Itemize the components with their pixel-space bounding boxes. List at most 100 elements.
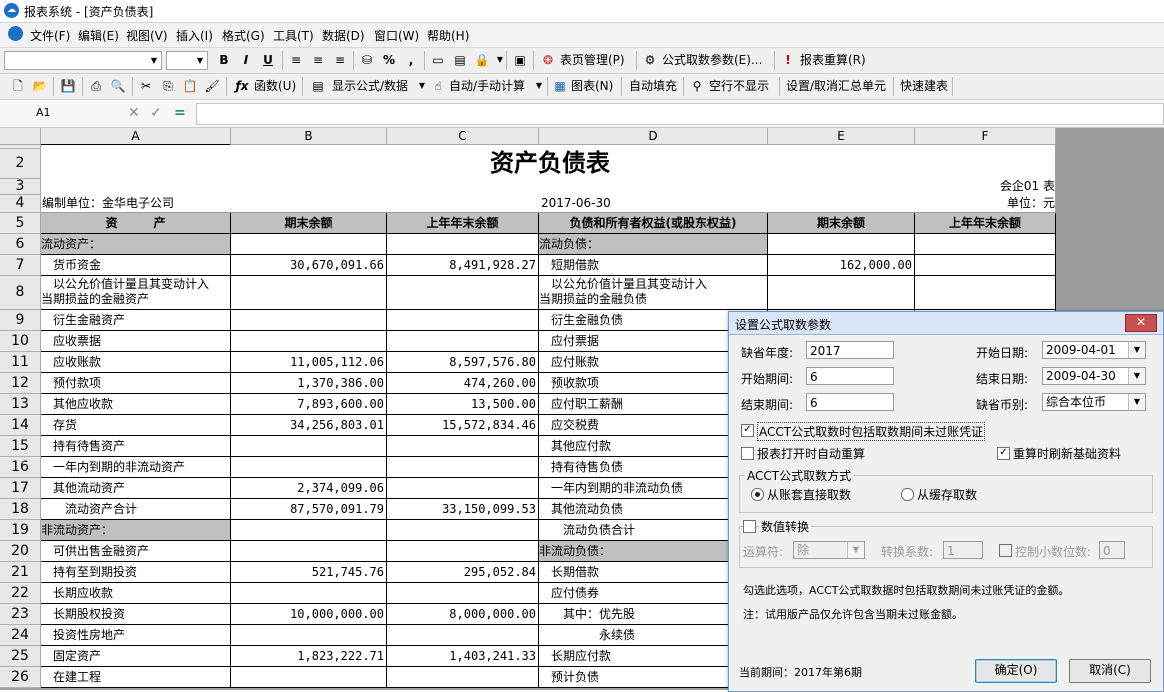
cell-c25[interactable]: 1,403,241.33: [387, 646, 539, 667]
cell-a17[interactable]: 其他流动资产: [41, 478, 231, 499]
row-header-9[interactable]: 9: [0, 310, 41, 331]
num-convert-checkbox[interactable]: [743, 520, 756, 533]
from-books-label[interactable]: 从账套直接取数: [767, 486, 851, 503]
row-header-15[interactable]: 15: [0, 436, 41, 457]
cancel-button[interactable]: 取消(C): [1069, 659, 1151, 683]
cell-c19[interactable]: [387, 520, 539, 541]
menu-view[interactable]: 视图(V): [126, 27, 168, 44]
num-convert-label[interactable]: 数值转换: [759, 518, 812, 535]
cell-c6[interactable]: [387, 234, 539, 255]
acct-unposted-label[interactable]: ACCT公式取数时包括取数期间未过账凭证: [757, 422, 986, 441]
column-title-c[interactable]: 上年年末余额: [387, 213, 539, 234]
factor-input[interactable]: 1: [943, 541, 983, 559]
auto-recalc-checkbox[interactable]: [741, 447, 754, 460]
show-formula-dropdown-icon[interactable]: ▼: [414, 78, 430, 94]
cell-b25[interactable]: 1,823,222.71: [231, 646, 387, 667]
column-title-e[interactable]: 期末余额: [768, 213, 915, 234]
cell-a7[interactable]: 货币资金: [41, 255, 231, 276]
page-manage-button[interactable]: 表页管理(P): [560, 51, 625, 69]
menu-file[interactable]: 文件(F): [30, 27, 70, 44]
cell-b7[interactable]: 30,670,091.66: [231, 255, 387, 276]
cut-icon[interactable]: ✂: [138, 78, 154, 94]
dialog-close-icon[interactable]: ✕: [1125, 314, 1157, 332]
recalc-button[interactable]: 报表重算(R): [800, 51, 866, 69]
cell-b19[interactable]: [231, 520, 387, 541]
paste-icon[interactable]: 📋: [182, 78, 198, 94]
auto-recalc-label[interactable]: 报表打开时自动重算: [757, 445, 865, 462]
chart-button[interactable]: 图表(N): [571, 77, 613, 95]
cell-c20[interactable]: [387, 541, 539, 562]
column-title-b[interactable]: 期末余额: [231, 213, 387, 234]
cell-b14[interactable]: 34,256,803.01: [231, 415, 387, 436]
bold-icon[interactable]: B: [216, 52, 232, 68]
cell-c18[interactable]: 33,150,099.53: [387, 499, 539, 520]
column-header-d[interactable]: D: [539, 128, 768, 145]
refresh-basic-label[interactable]: 重算时刷新基础资料: [1013, 445, 1121, 462]
row-header-19[interactable]: 19: [0, 520, 41, 541]
auto-manual-calc-button[interactable]: 自动/手动计算: [449, 77, 525, 95]
formula-params-button[interactable]: 公式取数参数(E)...: [662, 51, 762, 69]
cell-c10[interactable]: [387, 331, 539, 352]
menu-insert[interactable]: 插入(I): [176, 27, 213, 44]
cell-a21[interactable]: 持有至到期投资: [41, 562, 231, 583]
refresh-basic-checkbox[interactable]: ✓: [997, 447, 1010, 460]
column-header-b[interactable]: B: [231, 128, 387, 145]
row-header-6[interactable]: 6: [0, 234, 41, 255]
row-header-7[interactable]: 7: [0, 255, 41, 276]
cell-d8[interactable]: 以公允价值计量且其变动计入 当期损益的金融负债: [539, 276, 768, 310]
cell-f7[interactable]: [915, 255, 1056, 276]
auto-manual-dropdown-icon[interactable]: ▼: [531, 78, 547, 94]
row-header-18[interactable]: 18: [0, 499, 41, 520]
formula-input[interactable]: [196, 103, 1164, 125]
cell-c23[interactable]: 8,000,000.00: [387, 604, 539, 625]
cell-a13[interactable]: 其他应收款: [41, 394, 231, 415]
report-title[interactable]: 资产负债表: [380, 148, 720, 178]
compiler-unit[interactable]: 编制单位：金华电子公司: [42, 195, 272, 212]
cell-a10[interactable]: 应收票据: [41, 331, 231, 352]
align-right-icon[interactable]: ≡: [332, 52, 348, 68]
menu-window[interactable]: 窗口(W): [374, 27, 419, 44]
menu-edit[interactable]: 编辑(E): [78, 27, 119, 44]
auto-fill-button[interactable]: 自动填充: [629, 77, 677, 95]
cell-f6[interactable]: [915, 234, 1056, 255]
show-formula-button[interactable]: 显示公式/数据: [332, 77, 408, 95]
cell-b20[interactable]: [231, 541, 387, 562]
row-header-16[interactable]: 16: [0, 457, 41, 478]
cell-c9[interactable]: [387, 310, 539, 331]
dropdown-arrow-icon[interactable]: ▼: [1128, 368, 1145, 384]
align-left-icon[interactable]: ≡: [288, 52, 304, 68]
acct-unposted-checkbox[interactable]: ✓: [741, 424, 754, 437]
decimals-input[interactable]: 0: [1099, 541, 1125, 559]
cell-a23[interactable]: 长期股权投资: [41, 604, 231, 625]
cell-a16[interactable]: 一年内到期的非流动资产: [41, 457, 231, 478]
corner-cell[interactable]: [0, 128, 41, 145]
start-date-picker[interactable]: 2009-04-01 ▼: [1042, 341, 1146, 359]
row-header-8[interactable]: 8: [0, 276, 41, 310]
row-header-14[interactable]: 14: [0, 415, 41, 436]
cell-c11[interactable]: 8,597,576.80: [387, 352, 539, 373]
currency-format-icon[interactable]: ⛁: [359, 52, 375, 68]
font-name-combo[interactable]: ▼: [4, 51, 162, 70]
dropdown-arrow-icon[interactable]: ▼: [1128, 342, 1145, 358]
column-header-e[interactable]: E: [768, 128, 915, 145]
cell-b12[interactable]: 1,370,386.00: [231, 373, 387, 394]
row-header-12[interactable]: 12: [0, 373, 41, 394]
cell-a18[interactable]: 流动资产合计: [41, 499, 231, 520]
cell-c22[interactable]: [387, 583, 539, 604]
cell-c26[interactable]: [387, 667, 539, 688]
lock-icon[interactable]: 🔒: [474, 52, 490, 68]
cell-c12[interactable]: 474,260.00: [387, 373, 539, 394]
cell-c16[interactable]: [387, 457, 539, 478]
dropdown-arrow-icon[interactable]: ▼: [847, 542, 864, 558]
menu-help[interactable]: 帮助(H): [427, 27, 469, 44]
cell-c13[interactable]: 13,500.00: [387, 394, 539, 415]
cell-b11[interactable]: 11,005,112.06: [231, 352, 387, 373]
default-year-input[interactable]: 2017: [806, 341, 894, 359]
align-center-icon[interactable]: ≡: [310, 52, 326, 68]
column-header-c[interactable]: C: [387, 128, 539, 145]
cell-c17[interactable]: [387, 478, 539, 499]
set-total-cell-button[interactable]: 设置/取消汇总单元: [786, 77, 886, 95]
new-file-icon[interactable]: 🗋: [10, 78, 26, 94]
sheet-icon[interactable]: ▣: [512, 52, 528, 68]
cell-d7[interactable]: 短期借款: [539, 255, 768, 276]
